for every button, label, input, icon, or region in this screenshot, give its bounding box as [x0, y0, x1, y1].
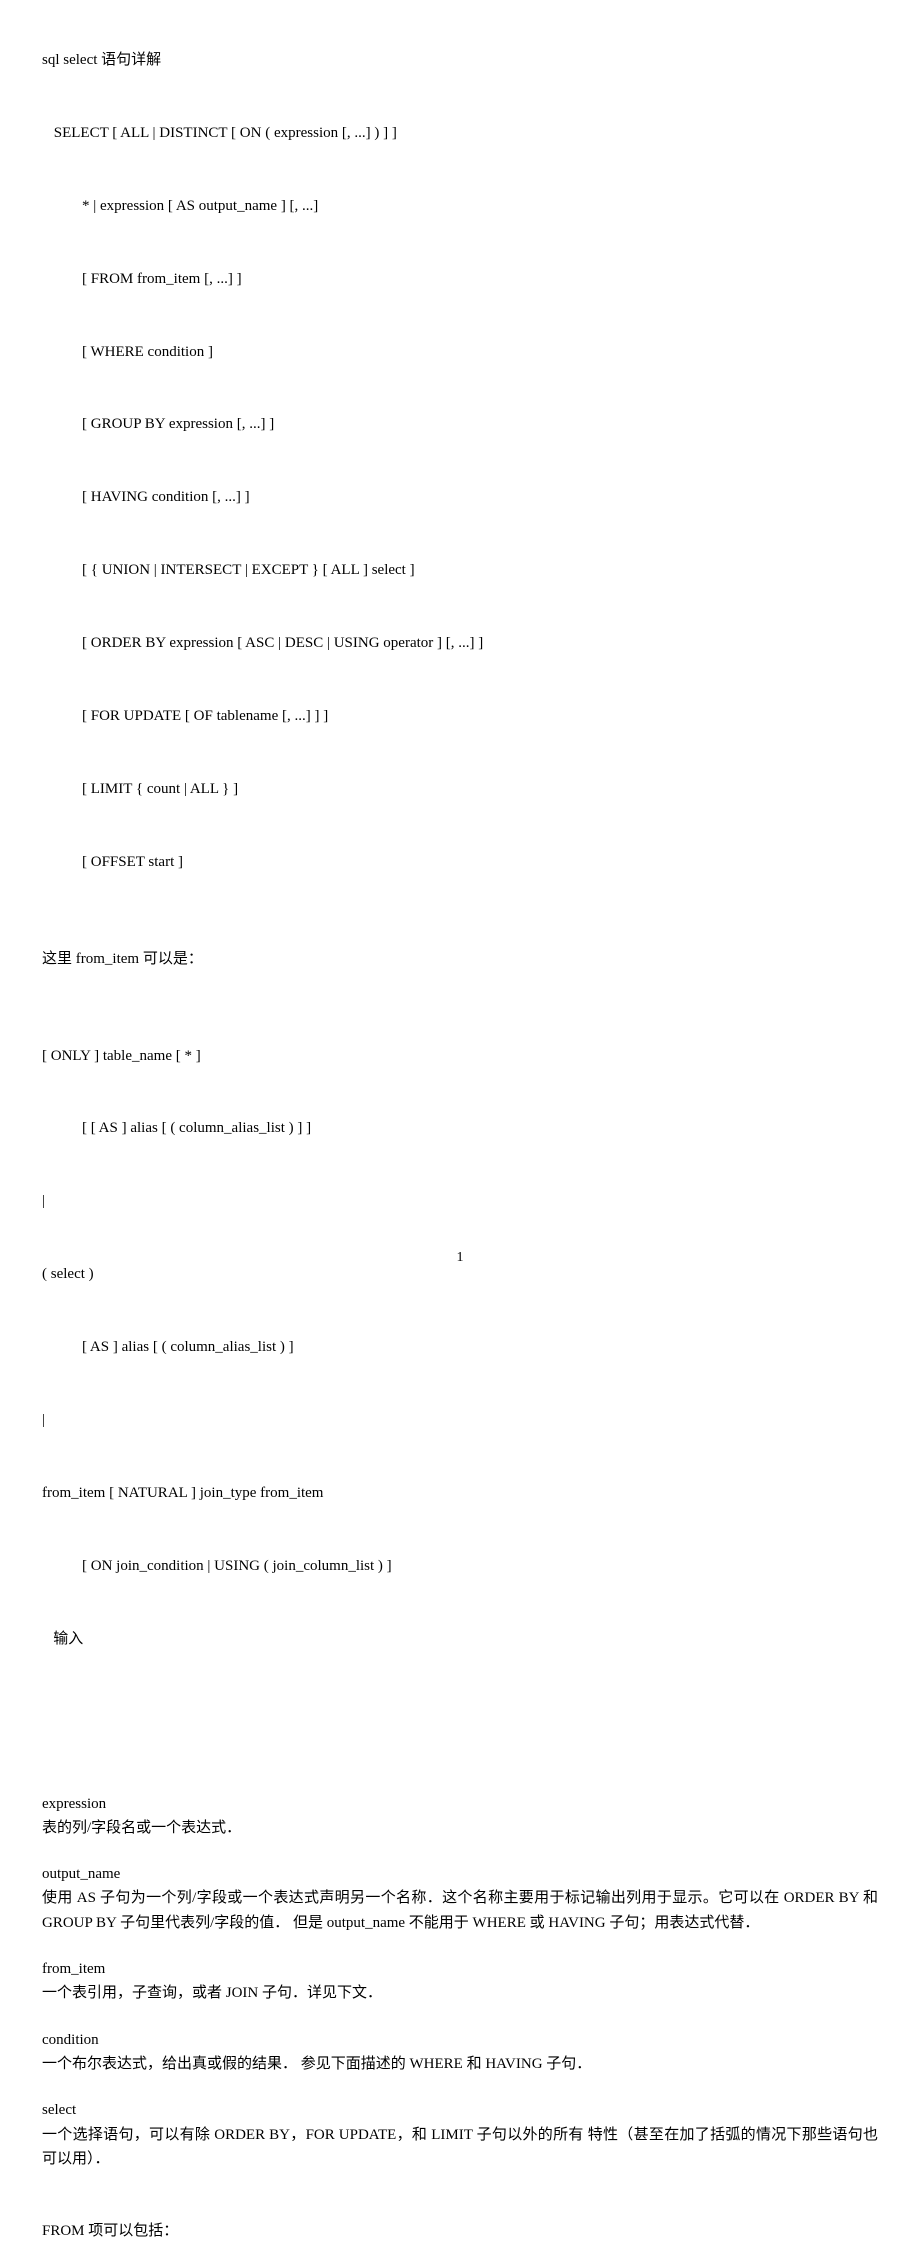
syntax-line: SELECT [ ALL | DISTINCT [ ON ( expressio… — [42, 121, 878, 145]
syntax-line: [ WHERE condition ] — [42, 340, 878, 364]
syntax-line: [ { UNION | INTERSECT | EXCEPT } [ ALL ]… — [42, 558, 878, 582]
page-number: 1 — [0, 1250, 920, 1266]
term-condition: condition 一个布尔表达式，给出真或假的结果． 参见下面描述的 WHER… — [42, 2028, 878, 2077]
document-page: sql select 语句详解 SELECT [ ALL | DISTINCT … — [0, 0, 920, 2243]
term-expression: expression 表的列/字段名或一个表达式． — [42, 1792, 878, 1841]
term-output-name: output_name 使用 AS 子句为一个列/字段或一个表达式声明另一个名称… — [42, 1862, 878, 1935]
term-description: 一个表引用，子查询，或者 JOIN 子句．详见下文． — [42, 1981, 878, 2005]
term-description: 一个布尔表达式，给出真或假的结果． 参见下面描述的 WHERE 和 HAVING… — [42, 2052, 878, 2076]
document-title: sql select 语句详解 — [42, 48, 878, 72]
term-name: from_item — [42, 1957, 878, 1981]
from-syntax-line: | — [42, 1189, 878, 1213]
from-syntax-line: [ AS ] alias [ ( column_alias_list ) ] — [42, 1335, 878, 1359]
term-select: select 一个选择语句，可以有除 ORDER BY，FOR UPDATE，和… — [42, 2098, 878, 2171]
input-label: 输入 — [42, 1627, 878, 1651]
term-description: 一个选择语句，可以有除 ORDER BY，FOR UPDATE，和 LIMIT … — [42, 2123, 878, 2172]
syntax-line: [ ORDER BY expression [ ASC | DESC | USI… — [42, 631, 878, 655]
term-name: condition — [42, 2028, 878, 2052]
term-name: output_name — [42, 1862, 878, 1886]
from-syntax-line: [ ONLY ] table_name [ * ] — [42, 1044, 878, 1068]
from-include-heading: FROM 项可以包括： — [42, 2219, 878, 2243]
from-item-syntax-block: [ ONLY ] table_name [ * ] [ [ AS ] alias… — [42, 995, 878, 1700]
from-syntax-line: from_item [ NATURAL ] join_type from_ite… — [42, 1481, 878, 1505]
term-from-item: from_item 一个表引用，子查询，或者 JOIN 子句．详见下文． — [42, 1957, 878, 2006]
syntax-line: [ GROUP BY expression [, ...] ] — [42, 412, 878, 436]
syntax-line: [ LIMIT { count | ALL } ] — [42, 777, 878, 801]
from-syntax-line: | — [42, 1408, 878, 1432]
term-name: expression — [42, 1792, 878, 1816]
from-syntax-line: [ ON join_condition | USING ( join_colum… — [42, 1554, 878, 1578]
term-name: select — [42, 2098, 878, 2122]
syntax-line: [ FROM from_item [, ...] ] — [42, 267, 878, 291]
from-item-intro: 这里 from_item 可以是： — [42, 947, 878, 971]
syntax-line: [ HAVING condition [, ...] ] — [42, 485, 878, 509]
syntax-line: [ FOR UPDATE [ OF tablename [, ...] ] ] — [42, 704, 878, 728]
select-syntax-block: SELECT [ ALL | DISTINCT [ ON ( expressio… — [42, 72, 878, 922]
syntax-line: * | expression [ AS output_name ] [, ...… — [42, 194, 878, 218]
term-description: 使用 AS 子句为一个列/字段或一个表达式声明另一个名称．这个名称主要用于标记输… — [42, 1886, 878, 1935]
from-syntax-line: [ [ AS ] alias [ ( column_alias_list ) ]… — [42, 1116, 878, 1140]
term-description: 表的列/字段名或一个表达式． — [42, 1816, 878, 1840]
syntax-line: [ OFFSET start ] — [42, 850, 878, 874]
